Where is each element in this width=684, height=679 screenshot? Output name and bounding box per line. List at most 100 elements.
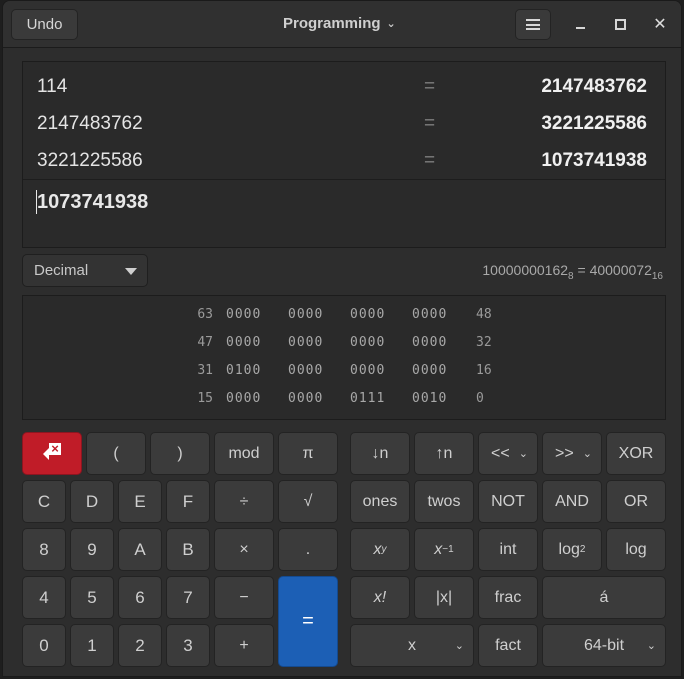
history-panel: 114 = 2147483762 2147483762 = 3221225586… — [22, 61, 666, 248]
hex-b-button[interactable]: B — [166, 528, 210, 571]
character-button[interactable]: á — [542, 576, 666, 619]
hex-c-button[interactable]: C — [22, 480, 66, 523]
log2-button[interactable]: log 2 — [542, 528, 602, 571]
sqrt-button[interactable]: √ — [278, 480, 338, 523]
shift-right-button[interactable]: >> ⌄ — [542, 432, 602, 475]
minimize-icon[interactable] — [569, 13, 591, 35]
chevron-down-icon: ⌄ — [582, 448, 592, 460]
undo-button[interactable]: Undo — [11, 9, 78, 40]
bit-index-left: 31 — [197, 363, 213, 378]
maximize-icon[interactable] — [609, 13, 631, 35]
shift-left-n-button[interactable]: ↑n — [414, 432, 474, 475]
history-expression[interactable]: 3221225586 — [37, 150, 143, 172]
history-result[interactable]: 3221225586 — [541, 113, 647, 135]
word-size-dropdown[interactable]: 64-bit ⌄ — [542, 624, 666, 667]
mode-selector[interactable]: Programming ⌄ — [283, 15, 396, 32]
bit-row: 63 0000 0000 0000 0000 48 — [23, 307, 665, 327]
octal-value: 10000000162 — [482, 262, 569, 278]
inverse-button[interactable]: x −1 — [414, 528, 474, 571]
digit-3-button[interactable]: 3 — [166, 624, 210, 667]
digit-0-button[interactable]: 0 — [22, 624, 66, 667]
conversion-equals: = — [577, 262, 586, 278]
bit-group[interactable]: 0000 — [226, 307, 261, 322]
close-icon[interactable]: ✕ — [649, 13, 671, 35]
bit-index-right: 48 — [476, 307, 492, 322]
bit-group[interactable]: 0000 — [412, 363, 447, 378]
bit-index-left: 15 — [197, 391, 213, 406]
hex-base: 16 — [651, 270, 663, 282]
bit-group[interactable]: 0000 — [288, 335, 323, 350]
history-result[interactable]: 1073741938 — [541, 150, 647, 172]
decimal-point-button[interactable]: . — [278, 528, 338, 571]
history-row[interactable]: 114 = 2147483762 — [23, 68, 665, 104]
history-row[interactable]: 3221225586 = 1073741938 — [23, 142, 665, 178]
bit-group[interactable]: 0000 — [412, 335, 447, 350]
digit-5-button[interactable]: 5 — [70, 576, 114, 619]
pi-button[interactable]: π — [278, 432, 338, 475]
backspace-button[interactable] — [22, 432, 82, 475]
subtract-button[interactable]: − — [214, 576, 274, 619]
power-button[interactable]: xy — [350, 528, 410, 571]
bit-group[interactable]: 0000 — [350, 335, 385, 350]
bit-group[interactable]: 0000 — [350, 363, 385, 378]
chevron-down-icon: ⌄ — [646, 640, 656, 652]
open-paren-button[interactable]: ( — [86, 432, 146, 475]
digit-9-button[interactable]: 9 — [70, 528, 114, 571]
shift-left-button[interactable]: << ⌄ — [478, 432, 538, 475]
bit-group[interactable]: 0100 — [226, 363, 261, 378]
digit-6-button[interactable]: 6 — [118, 576, 162, 619]
history-expression[interactable]: 114 — [37, 76, 67, 98]
or-button[interactable]: OR — [606, 480, 666, 523]
menu-button[interactable] — [515, 9, 551, 40]
number-base-label: Decimal — [34, 262, 89, 279]
and-button[interactable]: AND — [542, 480, 602, 523]
digit-4-button[interactable]: 4 — [22, 576, 66, 619]
history-equals: = — [424, 76, 436, 97]
shift-right-n-button[interactable]: ↓n — [350, 432, 410, 475]
divide-button[interactable]: ÷ — [214, 480, 274, 523]
hex-f-button[interactable]: F — [166, 480, 210, 523]
not-button[interactable]: NOT — [478, 480, 538, 523]
ones-complement-button[interactable]: ones — [350, 480, 410, 523]
history-result[interactable]: 2147483762 — [541, 76, 647, 98]
digit-8-button[interactable]: 8 — [22, 528, 66, 571]
fraction-button[interactable]: frac — [478, 576, 538, 619]
mod-button[interactable]: mod — [214, 432, 274, 475]
hex-a-button[interactable]: A — [118, 528, 162, 571]
mode-label: Programming — [283, 15, 381, 32]
digit-1-button[interactable]: 1 — [70, 624, 114, 667]
hex-d-button[interactable]: D — [70, 480, 114, 523]
bit-group[interactable]: 0000 — [226, 391, 261, 406]
bit-group[interactable]: 0000 — [350, 307, 385, 322]
chevron-down-icon: ⌄ — [454, 640, 464, 652]
number-base-dropdown[interactable]: Decimal — [22, 254, 148, 287]
log-button[interactable]: log — [606, 528, 666, 571]
absolute-value-button[interactable]: |x| — [414, 576, 474, 619]
multiply-button[interactable]: × — [214, 528, 274, 571]
int-button[interactable]: int — [478, 528, 538, 571]
hex-e-button[interactable]: E — [118, 480, 162, 523]
twos-complement-button[interactable]: twos — [414, 480, 474, 523]
digit-7-button[interactable]: 7 — [166, 576, 210, 619]
backspace-icon — [43, 442, 61, 460]
bit-row: 47 0000 0000 0000 0000 32 — [23, 335, 665, 355]
bit-index-left: 63 — [197, 307, 213, 322]
bit-group[interactable]: 0000 — [288, 363, 323, 378]
bit-group[interactable]: 0000 — [288, 307, 323, 322]
factorial-button[interactable]: x! — [350, 576, 410, 619]
bit-group[interactable]: 0000 — [412, 307, 447, 322]
bit-group[interactable]: 0000 — [226, 335, 261, 350]
equals-button[interactable]: = — [278, 576, 338, 667]
bit-group[interactable]: 0010 — [412, 391, 447, 406]
history-expression[interactable]: 2147483762 — [37, 113, 143, 135]
bit-group[interactable]: 0111 — [350, 391, 385, 406]
factorize-button[interactable]: fact — [478, 624, 538, 667]
expression-input[interactable]: 1073741938 — [37, 191, 148, 214]
add-button[interactable]: + — [214, 624, 274, 667]
history-row[interactable]: 2147483762 = 3221225586 — [23, 105, 665, 141]
xor-button[interactable]: XOR — [606, 432, 666, 475]
close-paren-button[interactable]: ) — [150, 432, 210, 475]
bit-group[interactable]: 0000 — [288, 391, 323, 406]
variable-dropdown[interactable]: x ⌄ — [350, 624, 474, 667]
digit-2-button[interactable]: 2 — [118, 624, 162, 667]
